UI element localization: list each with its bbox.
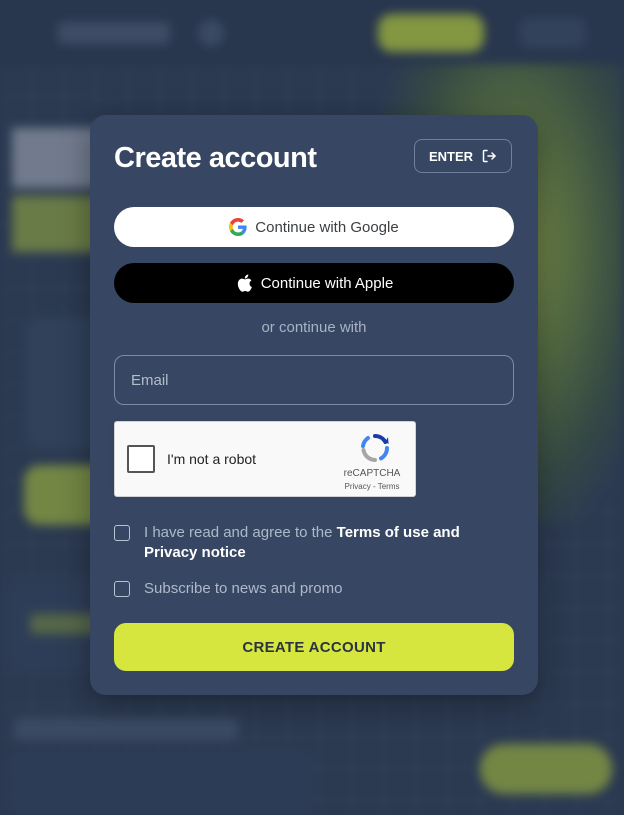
terms-checkbox[interactable] <box>114 525 130 541</box>
enter-button[interactable]: ENTER <box>414 139 512 173</box>
recaptcha-label: I'm not a robot <box>167 451 257 467</box>
create-account-modal: Create account ENTER Continue with Googl… <box>90 115 538 695</box>
google-signin-button[interactable]: Continue with Google <box>114 207 514 247</box>
google-icon <box>229 218 247 236</box>
recaptcha-logo-icon <box>361 433 390 462</box>
modal-title: Create account <box>114 142 317 174</box>
recaptcha-brand: reCAPTCHA <box>343 468 401 479</box>
apple-icon <box>237 274 252 292</box>
recaptcha-widget: I'm not a robot reCAPTCHA Privacy - Term… <box>114 421 416 497</box>
promo-checkbox[interactable] <box>114 581 130 597</box>
recaptcha-links[interactable]: Privacy - Terms <box>337 482 407 491</box>
terms-prefix: I have read and agree to the <box>144 524 337 541</box>
terms-text: I have read and agree to the Terms of us… <box>144 523 484 563</box>
terms-row: I have read and agree to the Terms of us… <box>114 523 484 563</box>
divider-text: or continue with <box>261 319 367 336</box>
enter-arrow-icon <box>482 149 496 163</box>
create-account-button[interactable]: CREATE ACCOUNT <box>114 623 514 671</box>
google-button-label: Continue with Google <box>255 218 399 236</box>
apple-signin-button[interactable]: Continue with Apple <box>114 263 514 303</box>
email-input[interactable] <box>114 355 514 405</box>
promo-text: Subscribe to news and promo <box>144 580 343 597</box>
enter-label: ENTER <box>428 148 474 164</box>
apple-button-label: Continue with Apple <box>260 274 394 292</box>
recaptcha-checkbox[interactable] <box>127 445 155 473</box>
promo-row: Subscribe to news and promo <box>114 579 484 599</box>
